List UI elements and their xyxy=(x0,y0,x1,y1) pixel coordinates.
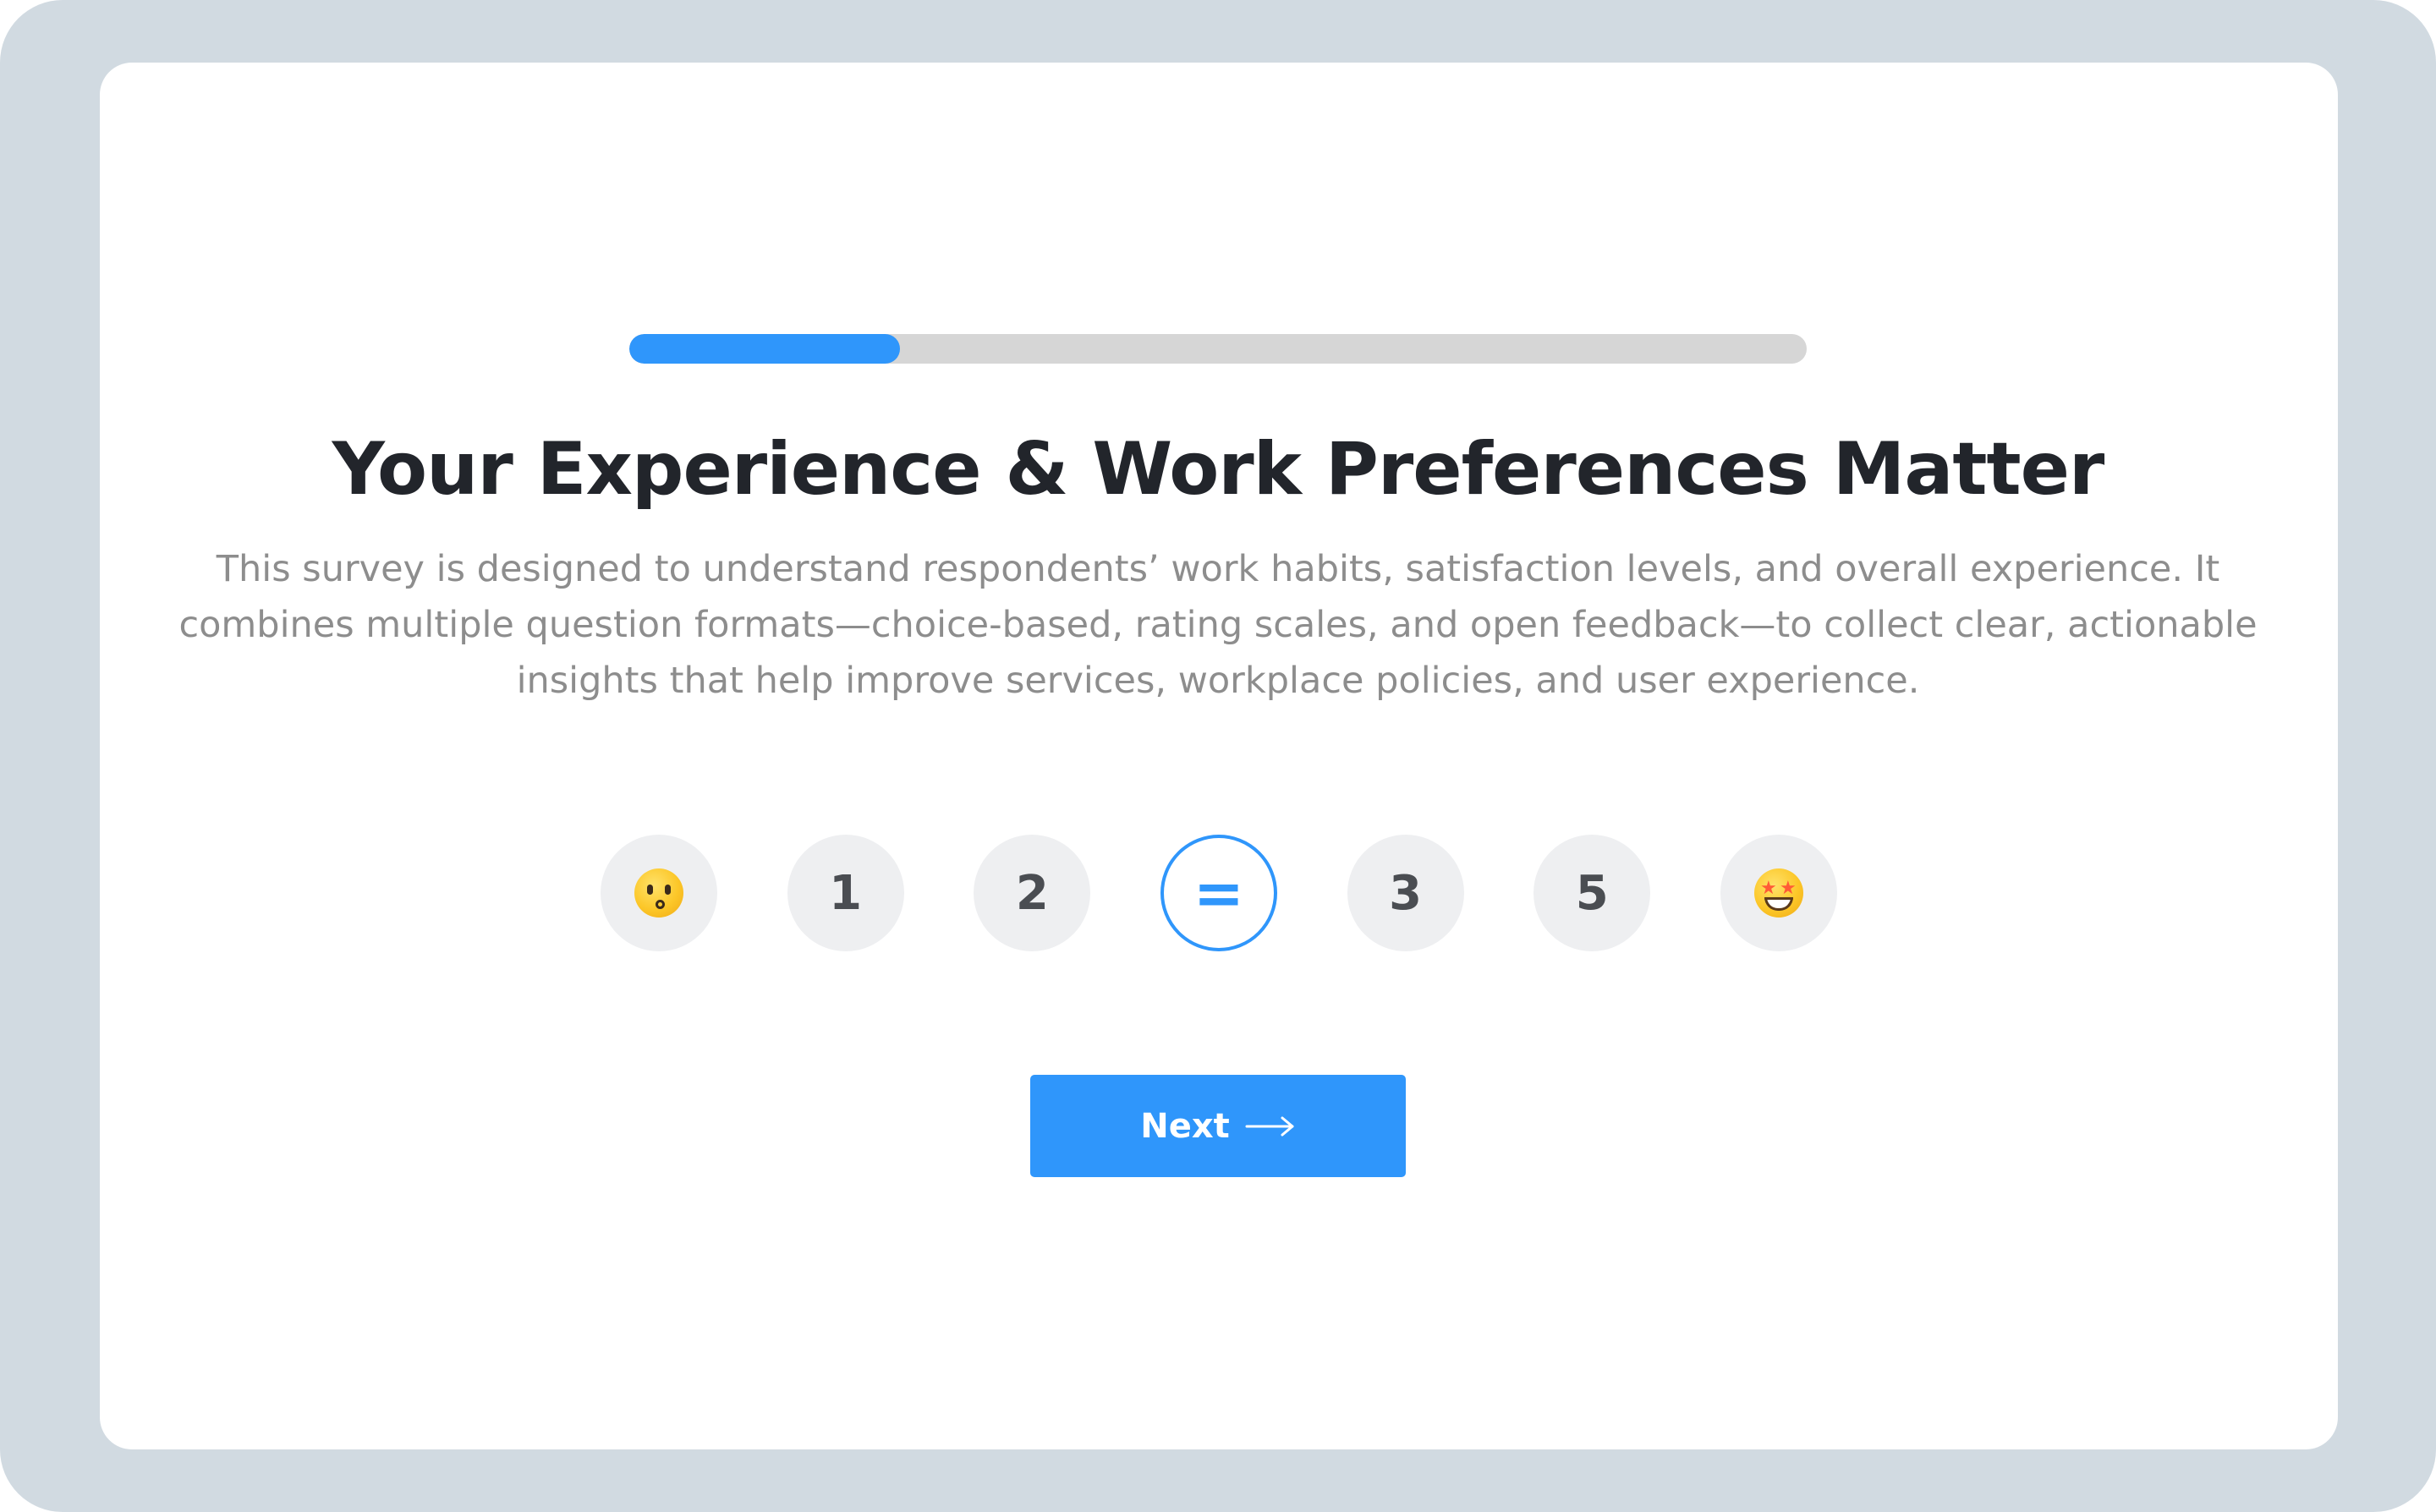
rating-option-equal[interactable]: = xyxy=(1160,835,1277,951)
survey-description: This survey is designed to understand re… xyxy=(178,548,2258,702)
rating-option-5[interactable]: 5 xyxy=(1533,835,1651,951)
progress-bar xyxy=(629,334,1807,364)
rating-scale: 1 2 = 3 5 ★ ★ xyxy=(601,835,1837,951)
next-button[interactable]: Next xyxy=(1030,1075,1406,1177)
star-struck-face-icon: ★ ★ xyxy=(1753,868,1803,918)
survey-card xyxy=(100,63,2338,1449)
kissing-face-icon xyxy=(634,868,683,918)
rating-option-2[interactable]: 2 xyxy=(974,835,1091,951)
progress-fill xyxy=(629,334,901,364)
next-button-label: Next xyxy=(1140,1106,1230,1146)
rating-option-3[interactable]: 3 xyxy=(1347,835,1464,951)
rating-option-emoji-high[interactable]: ★ ★ xyxy=(1720,835,1837,951)
rating-option-1[interactable]: 1 xyxy=(787,835,904,951)
device-frame xyxy=(0,0,2436,1512)
survey-title: Your Experience & Work Preferences Matte… xyxy=(332,427,2105,512)
rating-option-emoji-low[interactable] xyxy=(601,835,717,951)
arrow-right-icon xyxy=(1245,1116,1294,1136)
